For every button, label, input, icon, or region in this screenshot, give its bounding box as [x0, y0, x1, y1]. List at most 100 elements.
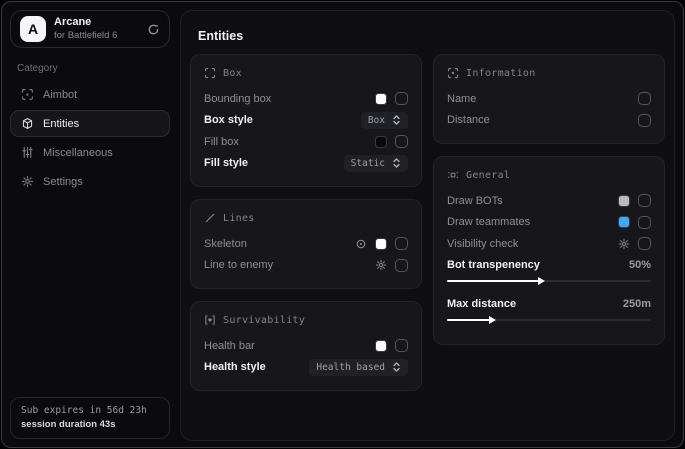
setting-label: Fill box	[204, 136, 239, 148]
card-survivability: Survivability Health bar Health style	[190, 301, 422, 391]
card-general: General Draw BOTs Draw teammates	[433, 156, 665, 345]
color-swatch[interactable]	[375, 238, 387, 250]
dropdown-value: Static	[351, 158, 385, 169]
sidebar-item-label: Settings	[43, 176, 83, 188]
setting-row: Max distance 250m	[447, 293, 651, 315]
card-box: Box Bounding box Box style Box	[190, 54, 422, 187]
eye-icon[interactable]	[355, 238, 367, 250]
slider-thumb	[538, 277, 545, 285]
setting-row: Skeleton	[204, 233, 408, 255]
logo-card[interactable]: A Arcane for Battlefield 6	[10, 10, 170, 48]
slider-value: 250m	[623, 298, 651, 310]
setting-label: Skeleton	[204, 238, 247, 250]
setting-row: Visibility check	[447, 233, 651, 255]
health-style-dropdown[interactable]: Health based	[309, 359, 408, 376]
setting-label: Draw BOTs	[447, 195, 503, 207]
setting-label: Bot transpenency	[447, 259, 540, 271]
setting-label: Health bar	[204, 340, 255, 352]
checkbox[interactable]	[638, 114, 651, 127]
setting-row: Draw teammates	[447, 212, 651, 234]
app-window: A Arcane for Battlefield 6 Category	[1, 1, 684, 448]
bot-transparency-slider[interactable]	[447, 277, 651, 286]
checkbox[interactable]	[395, 237, 408, 250]
gear-icon[interactable]	[618, 238, 630, 250]
sidebar-item-miscellaneous[interactable]: Miscellaneous	[10, 139, 170, 166]
session-duration-text: session duration 43s	[21, 419, 159, 430]
gear-icon[interactable]	[375, 259, 387, 271]
sub-expires-text: Sub expires in 56d 23h	[21, 405, 159, 416]
gear-icon	[21, 175, 34, 188]
entities-cube-icon	[21, 117, 34, 130]
page-title: Entities	[198, 29, 665, 43]
sidebar-item-label: Entities	[43, 118, 79, 130]
sidebar-item-aimbot[interactable]: Aimbot	[10, 81, 170, 108]
crosshair-icon	[21, 88, 34, 101]
setting-label: Max distance	[447, 298, 516, 310]
sidebar-item-settings[interactable]: Settings	[10, 168, 170, 195]
box-brackets-icon	[204, 67, 216, 79]
setting-row: Bot transpenency 50%	[447, 255, 651, 277]
slider-value: 50%	[629, 259, 651, 271]
sync-icon[interactable]	[147, 23, 160, 36]
diagonal-line-icon	[204, 212, 216, 224]
slider-thumb	[489, 316, 496, 324]
dropdown-value: Health based	[316, 362, 385, 373]
color-swatch[interactable]	[618, 216, 630, 228]
checkbox[interactable]	[638, 194, 651, 207]
info-brackets-icon	[447, 67, 459, 79]
app-logo: A	[20, 16, 46, 42]
max-distance-slider[interactable]	[447, 316, 651, 325]
card-title: Box	[223, 68, 242, 79]
setting-row: Bounding box	[204, 88, 408, 110]
sliders-icon	[21, 146, 34, 159]
setting-label: Draw teammates	[447, 216, 530, 228]
sidebar-item-label: Aimbot	[43, 89, 77, 101]
chevron-updown-icon	[392, 158, 401, 168]
setting-label: Health style	[204, 361, 266, 373]
setting-label: Line to enemy	[204, 259, 273, 271]
setting-row: Health bar	[204, 335, 408, 357]
checkbox[interactable]	[638, 216, 651, 229]
color-swatch[interactable]	[375, 340, 387, 352]
app-subtitle: for Battlefield 6	[54, 30, 117, 42]
checkbox[interactable]	[395, 92, 408, 105]
card-information: Information Name Distance	[433, 54, 665, 144]
card-title: Information	[466, 68, 536, 79]
dropdown-value: Box	[368, 115, 385, 126]
setting-row: Fill box	[204, 131, 408, 153]
setting-row: Name	[447, 88, 651, 110]
setting-label: Visibility check	[447, 238, 518, 250]
color-swatch[interactable]	[375, 136, 387, 148]
checkbox[interactable]	[395, 135, 408, 148]
app-title: Arcane	[54, 16, 117, 30]
card-title: Survivability	[223, 315, 305, 326]
color-swatch[interactable]	[375, 93, 387, 105]
setting-label: Name	[447, 93, 476, 105]
setting-label: Distance	[447, 114, 490, 126]
chevron-updown-icon	[392, 115, 401, 125]
checkbox[interactable]	[638, 92, 651, 105]
box-style-dropdown[interactable]: Box	[361, 112, 408, 129]
sidebar-item-entities[interactable]: Entities	[10, 110, 170, 137]
subscription-info: Sub expires in 56d 23h session duration …	[10, 397, 170, 439]
card-title: General	[466, 170, 510, 181]
category-label: Category	[17, 63, 170, 74]
checkbox[interactable]	[395, 259, 408, 272]
slider-fill	[447, 280, 541, 282]
slider-fill	[447, 319, 492, 321]
setting-row: Box style Box	[204, 110, 408, 132]
setting-label: Box style	[204, 114, 253, 126]
card-title: Lines	[223, 213, 255, 224]
checkbox[interactable]	[638, 237, 651, 250]
heart-brackets-icon	[204, 314, 216, 326]
checkbox[interactable]	[395, 339, 408, 352]
color-swatch[interactable]	[618, 195, 630, 207]
card-lines: Lines Skeleton	[190, 199, 422, 289]
setting-label: Bounding box	[204, 93, 271, 105]
setting-row: Health style Health based	[204, 357, 408, 379]
sidebar: A Arcane for Battlefield 6 Category	[2, 2, 178, 447]
fill-style-dropdown[interactable]: Static	[344, 155, 408, 172]
setting-row: Line to enemy	[204, 255, 408, 277]
main-panel: Entities Box	[180, 10, 675, 441]
setting-label: Fill style	[204, 157, 248, 169]
